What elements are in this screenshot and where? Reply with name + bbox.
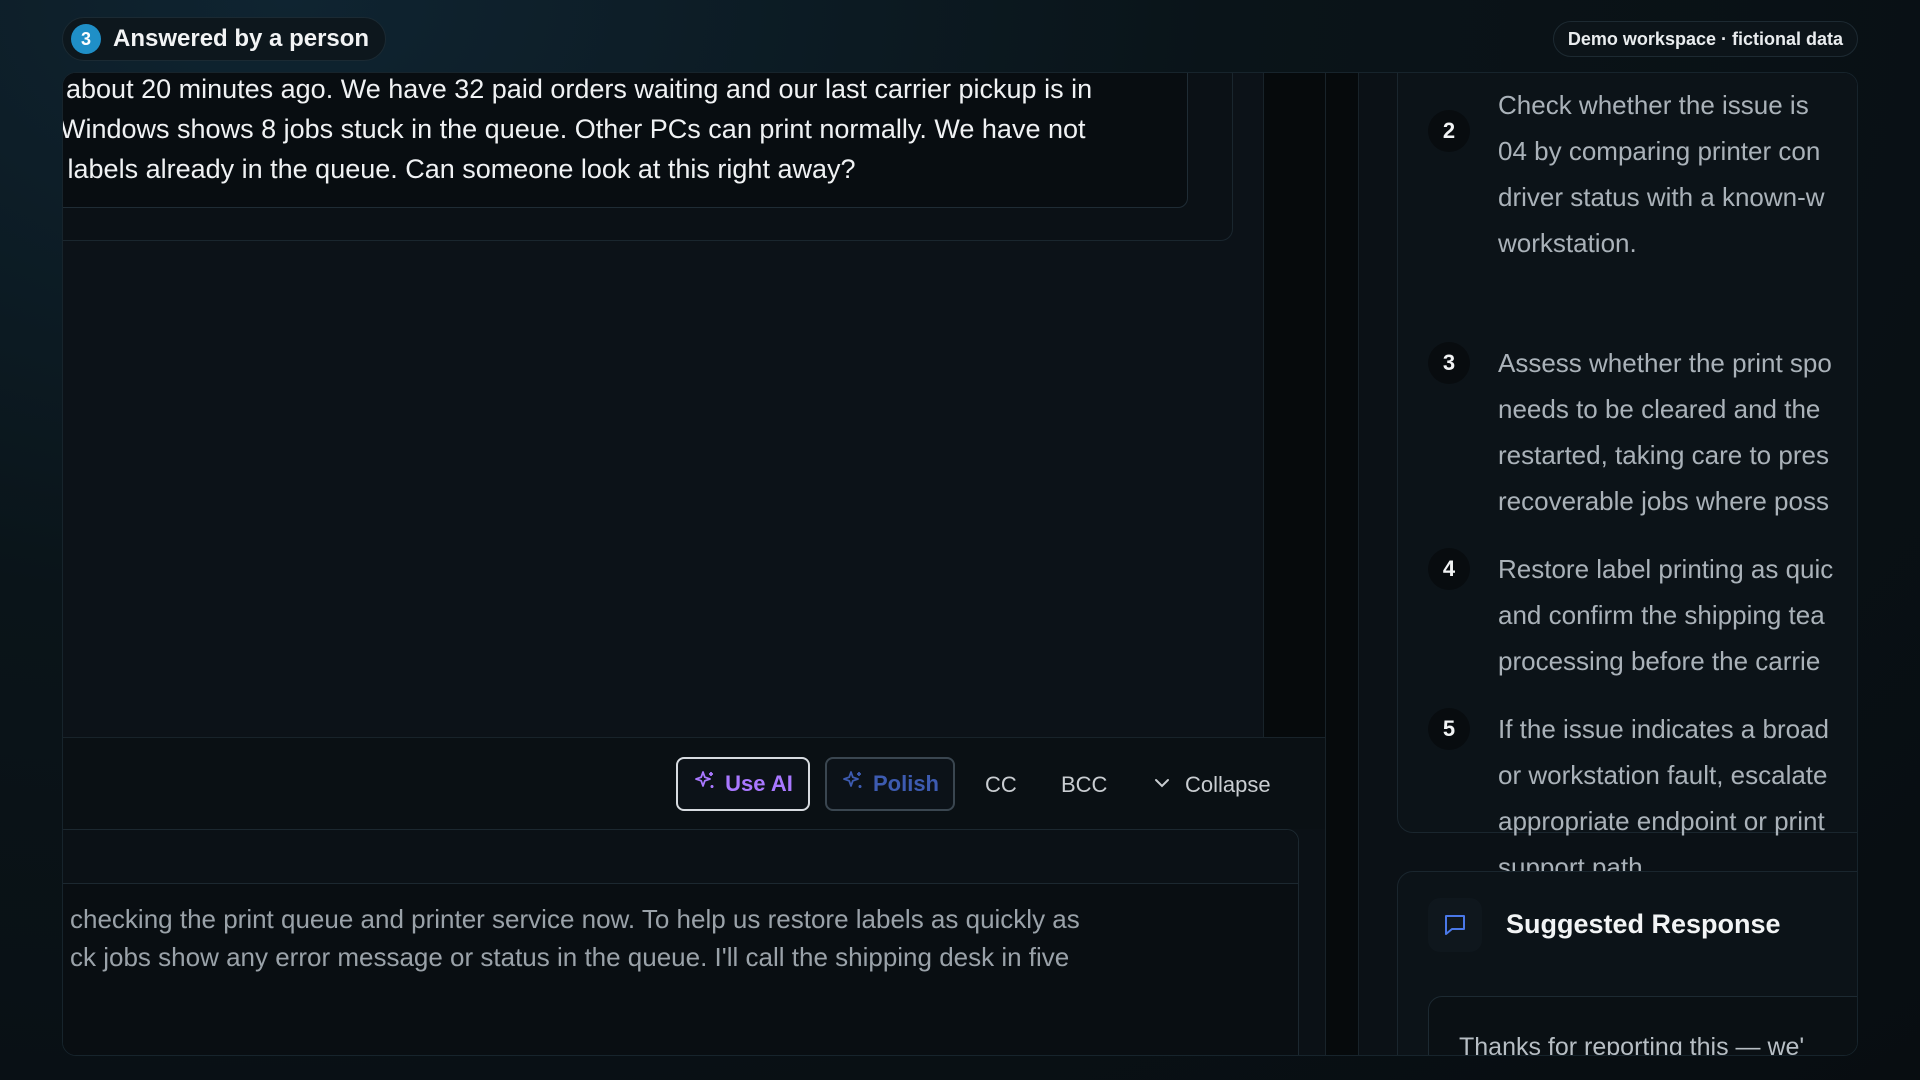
reply-editor[interactable]: checking the print queue and printer ser… xyxy=(63,829,1299,1055)
collapse-label: Collapse xyxy=(1185,772,1271,797)
polish-label: Polish xyxy=(872,771,939,796)
reply-editor-header xyxy=(63,830,1298,884)
customer-message-body: s about 20 minutes ago. We have 32 paid … xyxy=(62,73,1188,208)
step-number: 5 xyxy=(1428,708,1470,750)
step-line: and confirm the shipping tea xyxy=(1498,600,1825,630)
step-number-badge: 3 xyxy=(71,24,101,54)
reply-line: checking the print queue and printer ser… xyxy=(70,904,1080,934)
step-line: restarted, taking care to pres xyxy=(1498,440,1829,470)
customer-message-card: s about 20 minutes ago. We have 32 paid … xyxy=(62,73,1233,241)
polish-button[interactable]: Polish xyxy=(825,757,955,811)
step-line: needs to be cleared and the xyxy=(1498,394,1821,424)
step-line: processing before the carrie xyxy=(1498,646,1821,676)
pane-divider[interactable] xyxy=(1325,73,1359,1055)
message-line: e labels already in the queue. Can someo… xyxy=(62,154,856,184)
reply-line: ck jobs show any error message or status… xyxy=(70,942,1070,972)
step-title: Answered by a person xyxy=(113,25,370,52)
suggested-response-card: Suggested Response Thanks for reporting … xyxy=(1397,871,1857,1055)
scrollbar-track[interactable] xyxy=(1263,73,1325,737)
sparkle-icon xyxy=(693,769,717,799)
collapse-button[interactable]: Collapse xyxy=(1153,772,1271,798)
suggested-response-text[interactable]: Thanks for reporting this — we' xyxy=(1428,996,1857,1055)
suggested-response-title: Suggested Response xyxy=(1506,909,1781,939)
step-text: If the issue indicates a broad or workst… xyxy=(1498,706,1857,890)
chevron-down-icon xyxy=(1153,772,1171,798)
chat-bubble-icon xyxy=(1428,898,1482,952)
main-frame: s about 20 minutes ago. We have 32 paid … xyxy=(62,72,1858,1056)
sparkle-icon xyxy=(841,769,865,799)
step-number: 2 xyxy=(1428,110,1470,152)
step-line: Check whether the issue is xyxy=(1498,90,1809,120)
step-number: 3 xyxy=(1428,342,1470,384)
step-text: Assess whether the print spo needs to be… xyxy=(1498,340,1857,524)
resolution-steps-card: 2 Check whether the issue is 04 by compa… xyxy=(1397,73,1857,882)
step-line: 04 by comparing printer con xyxy=(1498,136,1821,166)
step-indicator: 3 Answered by a person xyxy=(62,17,387,61)
assist-pane: 2 Check whether the issue is 04 by compa… xyxy=(1359,73,1857,1055)
step-text: Check whether the issue is 04 by compari… xyxy=(1498,82,1857,266)
step-line: workstation. xyxy=(1498,228,1637,258)
step-line: If the issue indicates a broad xyxy=(1498,714,1829,744)
use-ai-label: Use AI xyxy=(725,771,793,796)
step-line: recoverable jobs where poss xyxy=(1498,486,1829,516)
composer-toolbar: Use AI Polish CC BCC Collapse xyxy=(63,737,1325,829)
workspace-badge: Demo workspace · fictional data xyxy=(1552,21,1858,57)
step-text: Restore label printing as quic and confi… xyxy=(1498,546,1857,684)
message-line: s about 20 minutes ago. We have 32 paid … xyxy=(62,74,1093,104)
step-line: appropriate endpoint or print xyxy=(1498,806,1825,836)
step-line: Restore label printing as quic xyxy=(1498,554,1834,584)
message-line: t Windows shows 8 jobs stuck in the queu… xyxy=(62,114,1086,144)
cc-button[interactable]: CC xyxy=(985,772,1017,798)
step-line: Assess whether the print spo xyxy=(1498,348,1832,378)
step-number: 4 xyxy=(1428,548,1470,590)
step-line: or workstation fault, escalate xyxy=(1498,760,1828,790)
conversation-pane: s about 20 minutes ago. We have 32 paid … xyxy=(63,73,1325,1055)
reply-text[interactable]: checking the print queue and printer ser… xyxy=(63,884,1298,976)
bcc-button[interactable]: BCC xyxy=(1061,772,1107,798)
step-line: driver status with a known-w xyxy=(1498,182,1825,212)
message-scroll-area[interactable]: s about 20 minutes ago. We have 32 paid … xyxy=(63,73,1263,737)
use-ai-button[interactable]: Use AI xyxy=(676,757,810,811)
